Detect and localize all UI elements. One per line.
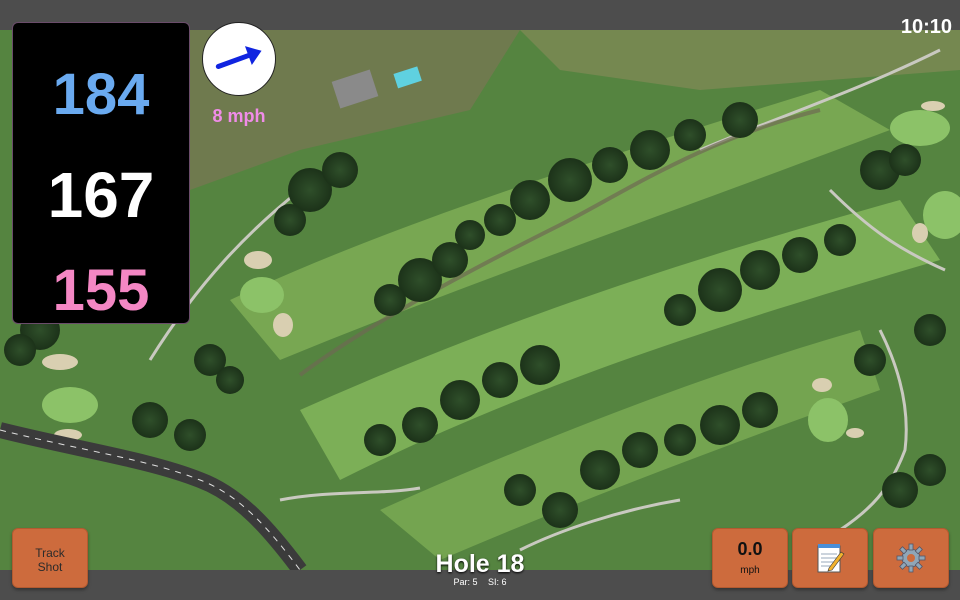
track-shot-label-line2: Shot [37,560,63,574]
settings-button[interactable] [873,528,949,588]
middle-yardage: 167 [47,159,155,231]
gear-icon [896,543,926,573]
hole-details: Par: 5 SI: 6 [380,577,580,587]
hole-par: Par: 5 [453,577,478,587]
hole-stroke-index: SI: 6 [488,577,507,587]
arrow-icon [215,46,262,70]
speed-unit: mph [740,565,760,576]
notepad-icon [817,544,845,573]
clock: 10:10 [900,16,952,38]
wind-speed: 8 mph [212,106,266,126]
speed-value: 0.0 [737,539,763,559]
back-yardage: 184 [52,62,150,127]
notes-button[interactable] [792,528,868,588]
yardage-panel: 184 167 155 [12,22,190,324]
front-yardage: 155 [52,258,150,323]
hole-title: Hole 18 [435,550,525,578]
wind-indicator [202,22,276,96]
track-shot-button[interactable]: Track Shot [12,528,88,588]
speed-button[interactable]: 0.0 mph [712,528,788,588]
track-shot-label-line1: Track [35,546,65,560]
